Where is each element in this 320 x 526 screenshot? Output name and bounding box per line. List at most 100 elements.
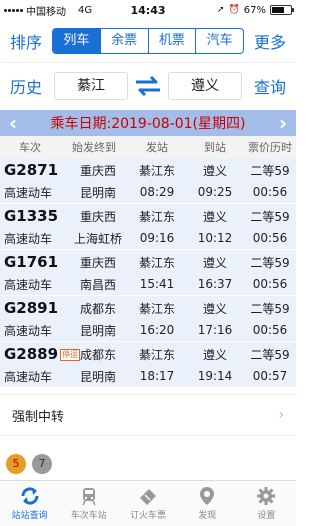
arrival-time: 10:12 bbox=[197, 231, 233, 245]
trip-duration: 00:56 bbox=[252, 231, 288, 245]
transport-segment: 列车 余票 机票 汽车 bbox=[52, 28, 244, 54]
gear-icon bbox=[257, 487, 276, 505]
arrival-station: 遵义 bbox=[202, 209, 227, 224]
query-button[interactable]: 查询 bbox=[250, 74, 290, 98]
train-number: G1761 bbox=[4, 253, 59, 271]
departure-time: 15:41 bbox=[139, 277, 175, 291]
badge-7[interactable]: 7 bbox=[32, 454, 52, 474]
to-station-field[interactable]: 遵义 bbox=[168, 71, 242, 100]
tab-label: 站站查询 bbox=[11, 511, 48, 521]
more-button[interactable]: 更多 bbox=[250, 29, 290, 53]
arrival-station: 遵义 bbox=[202, 163, 227, 178]
tab-train-station[interactable]: 车次车站 bbox=[59, 481, 118, 526]
origin-station: 成都东 bbox=[79, 301, 116, 316]
ticket-icon bbox=[140, 489, 156, 505]
badge-5[interactable]: 5 bbox=[6, 454, 26, 474]
arrival-time: 19:14 bbox=[197, 369, 233, 383]
seat-price: 二等59 bbox=[250, 347, 290, 362]
tab-discover[interactable]: 发现 bbox=[178, 481, 237, 526]
train-row[interactable]: G2871 重庆西 綦江东 遵义 二等59 高速动车 昆明南 08:29 09:25 00:56 bbox=[0, 158, 296, 204]
terminal-station: 南昌西 bbox=[79, 277, 116, 292]
arrival-station: 遵义 bbox=[202, 347, 227, 362]
departure-time: 08:29 bbox=[139, 185, 175, 199]
origin-station: 重庆西 bbox=[79, 255, 116, 270]
train-row[interactable]: G1335 重庆西 綦江东 遵义 二等59 高速动车 上海虹桥 09:16 10:12 00:56 bbox=[0, 204, 296, 250]
tab-station-search[interactable]: 站站查询 bbox=[0, 481, 59, 526]
arrival-time: 09:25 bbox=[197, 185, 233, 199]
train-icon bbox=[82, 488, 96, 506]
arrival-time: 16:37 bbox=[197, 277, 233, 291]
date-bar: ‹ 乘车日期:2019-08-01(星期四) › bbox=[0, 110, 296, 136]
col-train-no: 车次 bbox=[19, 141, 41, 154]
seat-price: 二等59 bbox=[250, 209, 290, 224]
origin-station: 重庆西 bbox=[79, 209, 116, 224]
history-button[interactable]: 历史 bbox=[6, 74, 46, 98]
segment-remaining-tickets[interactable]: 余票 bbox=[101, 29, 149, 53]
tab-label: 车次车站 bbox=[70, 511, 107, 521]
train-number: G2871 bbox=[4, 161, 59, 179]
col-departure: 发站 bbox=[146, 141, 168, 154]
seat-price: 二等59 bbox=[250, 301, 290, 316]
train-row[interactable]: G2889 停运 成都东 綦江东 遵义 二等59 高速动车 昆明南 18:17 19:14 00:5… bbox=[0, 342, 296, 388]
chevron-right-icon: › bbox=[278, 407, 284, 423]
tab-label: 订火车票 bbox=[130, 511, 167, 521]
trip-duration: 00:56 bbox=[252, 185, 288, 199]
swap-stations-button[interactable] bbox=[128, 75, 168, 96]
train-number: G1335 bbox=[4, 207, 59, 225]
tab-bar: 站站查询 车次车站 订火车票 发现 设置 bbox=[0, 480, 296, 526]
departure-station: 綦江东 bbox=[138, 209, 175, 224]
tab-label: 设置 bbox=[257, 511, 276, 521]
train-number: G2891 bbox=[4, 299, 59, 317]
status-time: 14:43 bbox=[130, 3, 166, 17]
departure-time: 09:16 bbox=[139, 231, 175, 245]
departure-station: 綦江东 bbox=[138, 301, 175, 316]
segment-train[interactable]: 列车 bbox=[53, 29, 101, 53]
sort-button[interactable]: 排序 bbox=[6, 29, 46, 53]
train-type: 高速动车 bbox=[4, 323, 53, 338]
battery-icon bbox=[270, 5, 294, 15]
train-number: G2889 bbox=[4, 345, 59, 363]
status-bar: 中国移动 4G 14:43 ➚ ⏰ 67% bbox=[0, 0, 296, 20]
forced-transfer-row[interactable]: 强制中转 › bbox=[0, 394, 296, 436]
segment-flights[interactable]: 机票 bbox=[149, 29, 197, 53]
terminal-station: 昆明南 bbox=[79, 369, 116, 384]
arrival-station: 遵义 bbox=[202, 255, 227, 270]
tab-settings[interactable]: 设置 bbox=[237, 481, 296, 526]
tab-book-ticket[interactable]: 订火车票 bbox=[118, 481, 177, 526]
forced-transfer-label: 强制中转 bbox=[12, 409, 65, 425]
refresh-arrows-icon bbox=[21, 487, 39, 505]
col-price-duration: 票价历时 bbox=[248, 141, 292, 154]
train-type: 高速动车 bbox=[4, 185, 53, 200]
train-row[interactable]: G2891 成都东 綦江东 遵义 二等59 高速动车 昆明南 16:20 17:16 00:56 bbox=[0, 296, 296, 342]
terminal-station: 昆明南 bbox=[79, 185, 116, 200]
departure-station: 綦江东 bbox=[138, 255, 175, 270]
column-headers: 车次 始发终到 发站 到站 票价历时 bbox=[0, 136, 296, 158]
train-list: G2871 重庆西 綦江东 遵义 二等59 高速动车 昆明南 08:29 09:25 00:56 G… bbox=[0, 158, 296, 388]
departure-station: 綦江东 bbox=[138, 163, 175, 178]
from-station-field[interactable]: 綦江 bbox=[54, 71, 128, 100]
train-row[interactable]: G1761 重庆西 綦江东 遵义 二等59 高速动车 南昌西 15:41 16:37 00:56 bbox=[0, 250, 296, 296]
arrival-time: 17:16 bbox=[197, 323, 233, 337]
origin-station: 停运 成都东 bbox=[60, 347, 116, 362]
swap-arrows-icon bbox=[136, 75, 160, 96]
train-type: 高速动车 bbox=[4, 231, 53, 246]
departure-station: 綦江东 bbox=[138, 347, 175, 362]
location-pin-icon bbox=[200, 487, 215, 505]
col-arrival: 到站 bbox=[204, 141, 226, 154]
seat-price: 二等59 bbox=[250, 255, 290, 270]
station-search-row: 历史 綦江 遵义 查询 bbox=[0, 62, 296, 108]
trip-duration: 00:57 bbox=[252, 369, 288, 383]
top-nav: 排序 列车 余票 机票 汽车 更多 bbox=[0, 20, 296, 62]
train-type: 高速动车 bbox=[4, 277, 53, 292]
seat-price: 二等59 bbox=[250, 163, 290, 178]
arrival-station: 遵义 bbox=[202, 301, 227, 316]
prev-day-button[interactable]: ‹ bbox=[6, 111, 20, 135]
next-day-button[interactable]: › bbox=[276, 111, 290, 135]
terminal-station: 上海虹桥 bbox=[73, 231, 122, 246]
origin-station: 重庆西 bbox=[79, 163, 116, 178]
terminal-station: 昆明南 bbox=[79, 323, 116, 338]
floating-badges: 5 7 bbox=[6, 454, 52, 474]
travel-date[interactable]: 乘车日期:2019-08-01(星期四) bbox=[50, 113, 245, 133]
departure-time: 16:20 bbox=[139, 323, 175, 337]
segment-bus[interactable]: 汽车 bbox=[196, 29, 243, 53]
